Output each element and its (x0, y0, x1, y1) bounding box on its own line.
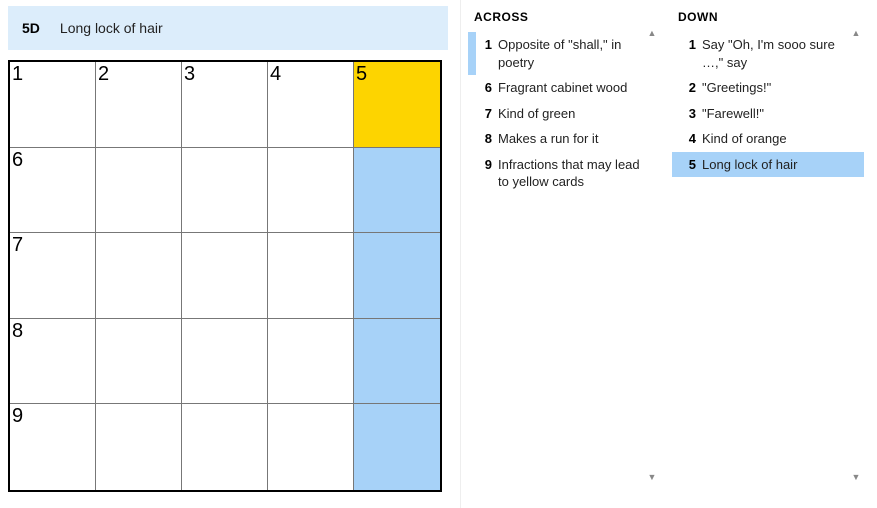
clue-text: Makes a run for it (498, 130, 654, 148)
clue-number: 4 (680, 130, 702, 148)
down-clue-list[interactable]: 1Say "Oh, I'm sooo sure …," say2"Greetin… (672, 32, 864, 482)
clue-text: "Greetings!" (702, 79, 858, 97)
grid-cell[interactable]: 9 (10, 404, 96, 490)
grid-cell[interactable]: 6 (10, 148, 96, 234)
cell-number: 4 (270, 63, 281, 86)
clue-number: 7 (476, 105, 498, 123)
across-clue-item[interactable]: 8Makes a run for it (468, 126, 660, 152)
down-clue-item[interactable]: 5Long lock of hair (672, 152, 864, 178)
clue-number: 2 (680, 79, 702, 97)
clue-text: "Farewell!" (702, 105, 858, 123)
clue-number: 8 (476, 130, 498, 148)
scroll-up-icon[interactable]: ▲ (850, 28, 862, 38)
grid-cell[interactable] (182, 233, 268, 319)
grid-cell[interactable]: 4 (268, 62, 354, 148)
across-clue-item[interactable]: 1Opposite of "shall," in poetry (468, 32, 660, 75)
cell-number: 2 (98, 63, 109, 86)
clue-text: Opposite of "shall," in poetry (498, 36, 654, 71)
cell-number: 9 (12, 405, 23, 428)
grid-cell[interactable] (268, 233, 354, 319)
grid-cell[interactable] (96, 148, 182, 234)
grid-cell[interactable]: 5 (354, 62, 440, 148)
grid-cell[interactable]: 8 (10, 319, 96, 405)
down-clue-item[interactable]: 2"Greetings!" (672, 75, 864, 101)
scroll-down-icon[interactable]: ▼ (646, 472, 658, 482)
grid-cell[interactable] (182, 404, 268, 490)
clue-number: 5 (680, 156, 702, 174)
across-clue-item[interactable]: 7Kind of green (468, 101, 660, 127)
cell-number: 3 (184, 63, 195, 86)
clue-text: Fragrant cabinet wood (498, 79, 654, 97)
current-clue-text: Long lock of hair (60, 20, 163, 36)
grid-cell[interactable] (354, 319, 440, 405)
current-clue-label: 5D (22, 20, 40, 36)
clue-text: Kind of orange (702, 130, 858, 148)
clue-number: 3 (680, 105, 702, 123)
clue-number: 1 (680, 36, 702, 71)
across-clue-item[interactable]: 6Fragrant cabinet wood (468, 75, 660, 101)
clue-number: 1 (476, 36, 498, 71)
scroll-up-icon[interactable]: ▲ (646, 28, 658, 38)
across-clue-list[interactable]: 1Opposite of "shall," in poetry6Fragrant… (468, 32, 660, 482)
down-clue-item[interactable]: 3"Farewell!" (672, 101, 864, 127)
down-column: DOWN 1Say "Oh, I'm sooo sure …," say2"Gr… (672, 6, 864, 492)
grid-cell[interactable] (268, 319, 354, 405)
grid-cell[interactable] (268, 148, 354, 234)
down-header: DOWN (672, 6, 864, 32)
grid-cell[interactable]: 1 (10, 62, 96, 148)
cell-number: 1 (12, 63, 23, 86)
grid-cell[interactable] (182, 319, 268, 405)
cell-number: 7 (12, 234, 23, 257)
crossword-grid: 1 2 3 4 5 6 7 8 9 (8, 60, 442, 492)
grid-cell[interactable]: 2 (96, 62, 182, 148)
grid-cell[interactable] (96, 233, 182, 319)
grid-cell[interactable] (268, 404, 354, 490)
cell-number: 8 (12, 320, 23, 343)
scroll-down-icon[interactable]: ▼ (850, 472, 862, 482)
across-clue-item[interactable]: 9Infractions that may lead to yellow car… (468, 152, 660, 195)
down-clue-item[interactable]: 1Say "Oh, I'm sooo sure …," say (672, 32, 864, 75)
grid-cell[interactable] (182, 148, 268, 234)
clue-text: Kind of green (498, 105, 654, 123)
clue-text: Say "Oh, I'm sooo sure …," say (702, 36, 858, 71)
grid-cell[interactable]: 7 (10, 233, 96, 319)
grid-cell[interactable]: 3 (182, 62, 268, 148)
current-clue-bar: 5D Long lock of hair (8, 6, 448, 50)
grid-cell[interactable] (354, 148, 440, 234)
down-clue-item[interactable]: 4Kind of orange (672, 126, 864, 152)
clue-number: 9 (476, 156, 498, 191)
across-column: ACROSS 1Opposite of "shall," in poetry6F… (468, 6, 660, 492)
grid-cell[interactable] (354, 233, 440, 319)
clue-text: Infractions that may lead to yellow card… (498, 156, 654, 191)
clue-text: Long lock of hair (702, 156, 858, 174)
vertical-divider (460, 0, 461, 508)
cell-number: 5 (356, 63, 367, 86)
grid-cell[interactable] (354, 404, 440, 490)
clue-number: 6 (476, 79, 498, 97)
grid-cell[interactable] (96, 319, 182, 405)
grid-cell[interactable] (96, 404, 182, 490)
across-header: ACROSS (468, 6, 660, 32)
cell-number: 6 (12, 149, 23, 172)
